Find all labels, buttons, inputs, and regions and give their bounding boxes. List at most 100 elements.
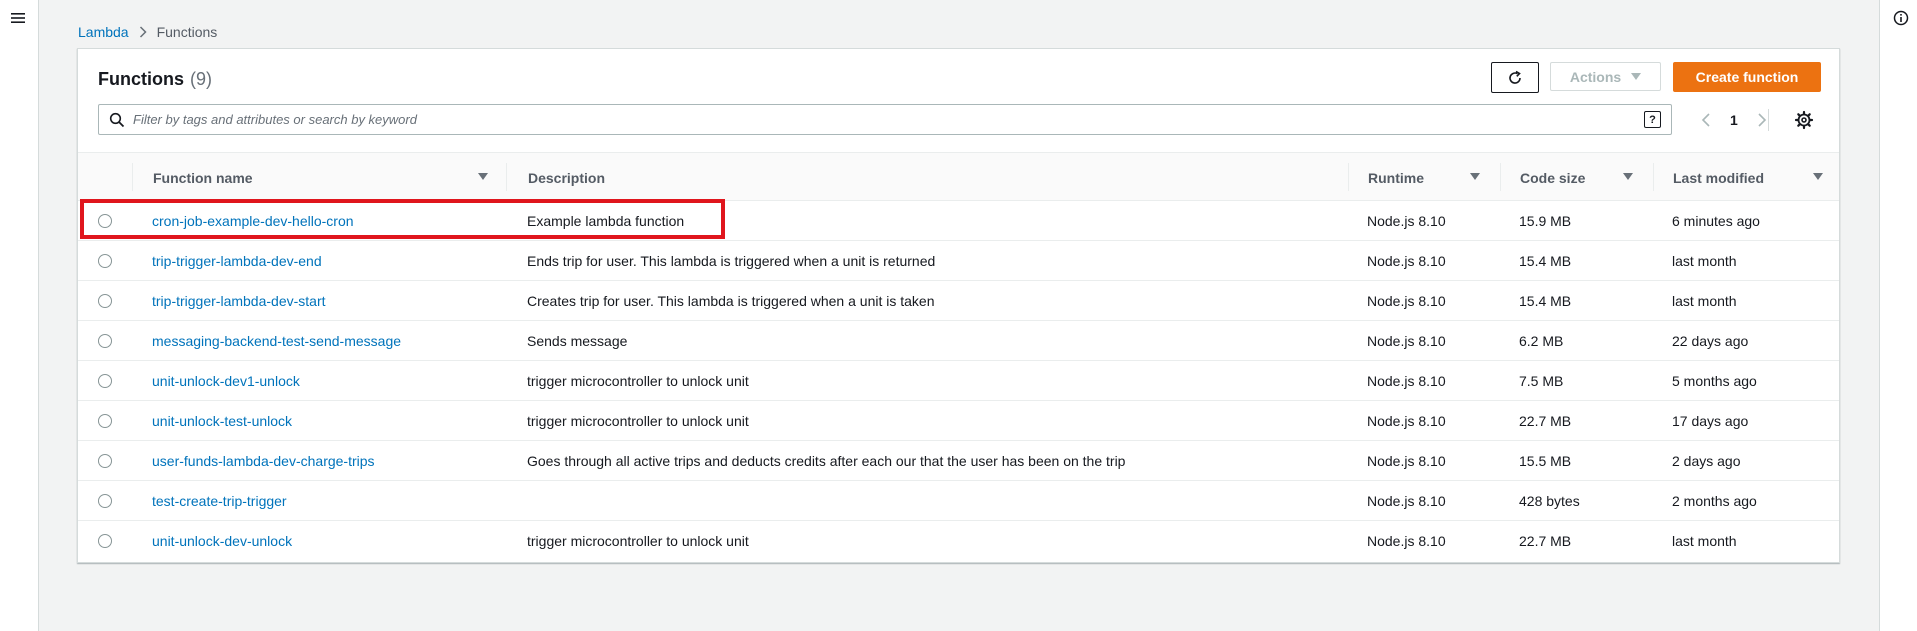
chevron-left-icon[interactable] xyxy=(1696,110,1716,130)
sort-icon[interactable] xyxy=(1813,173,1823,181)
breadcrumb-lambda-link[interactable]: Lambda xyxy=(78,24,129,40)
pager-divider xyxy=(1768,109,1769,131)
refresh-button[interactable] xyxy=(1491,62,1539,93)
pagination: 1 xyxy=(1696,105,1772,135)
table-row[interactable]: messaging-backend-test-send-message Send… xyxy=(78,321,1839,361)
row-select-radio[interactable] xyxy=(98,414,112,428)
column-divider xyxy=(132,163,133,191)
function-code-size: 15.9 MB xyxy=(1519,213,1572,229)
row-select-radio[interactable] xyxy=(98,334,112,348)
function-description: trigger microcontroller to unlock unit xyxy=(527,533,749,549)
function-name-link[interactable]: messaging-backend-test-send-message xyxy=(152,333,401,349)
column-label: Code size xyxy=(1520,169,1586,186)
function-runtime: Node.js 8.10 xyxy=(1367,333,1446,349)
table-header: Function name Description Runtime Code s… xyxy=(78,152,1839,201)
column-header-last-modified[interactable]: Last modified xyxy=(1673,153,1764,202)
breadcrumb: Lambda Functions xyxy=(78,24,217,40)
function-code-size: 15.4 MB xyxy=(1519,293,1572,309)
search-input[interactable] xyxy=(133,112,1671,127)
function-name-link[interactable]: trip-trigger-lambda-dev-end xyxy=(152,253,322,269)
table-row[interactable]: user-funds-lambda-dev-charge-trips Goes … xyxy=(78,441,1839,481)
sort-icon[interactable] xyxy=(1470,173,1480,181)
menu-icon[interactable] xyxy=(10,10,26,26)
right-rail xyxy=(1879,0,1917,631)
table-row[interactable]: unit-unlock-dev1-unlock trigger microcon… xyxy=(78,361,1839,401)
function-name-link[interactable]: user-funds-lambda-dev-charge-trips xyxy=(152,453,375,469)
table-row[interactable]: unit-unlock-dev-unlock trigger microcont… xyxy=(78,521,1839,561)
function-last-modified: last month xyxy=(1672,533,1737,549)
function-runtime: Node.js 8.10 xyxy=(1367,533,1446,549)
function-description: Example lambda function xyxy=(527,213,685,229)
caret-down-icon xyxy=(1631,72,1642,80)
column-header-runtime[interactable]: Runtime xyxy=(1368,153,1424,202)
row-select-radio[interactable] xyxy=(98,454,112,468)
column-divider xyxy=(1348,163,1349,191)
function-last-modified: 2 days ago xyxy=(1672,453,1741,469)
function-description: trigger microcontroller to unlock unit xyxy=(527,373,749,389)
function-runtime: Node.js 8.10 xyxy=(1367,213,1446,229)
refresh-icon xyxy=(1509,70,1521,84)
row-select-radio[interactable] xyxy=(98,534,112,548)
table-row[interactable]: cron-job-example-dev-hello-cron Example … xyxy=(78,201,1839,241)
function-name-link[interactable]: unit-unlock-dev1-unlock xyxy=(152,373,300,389)
row-select-radio[interactable] xyxy=(98,214,112,228)
column-header-code-size[interactable]: Code size xyxy=(1520,153,1585,202)
row-select-radio[interactable] xyxy=(98,494,112,508)
function-code-size: 6.2 MB xyxy=(1519,333,1564,349)
column-divider xyxy=(1653,163,1654,191)
function-name-link[interactable]: cron-job-example-dev-hello-cron xyxy=(152,213,354,229)
panel-header: Functions (9) Actions Create function ? xyxy=(78,49,1839,152)
function-runtime: Node.js 8.10 xyxy=(1367,293,1446,309)
functions-table: Function name Description Runtime Code s… xyxy=(78,152,1839,561)
function-description: Creates trip for user. This lambda is tr… xyxy=(527,293,935,309)
function-name-link[interactable]: unit-unlock-test-unlock xyxy=(152,413,292,429)
function-code-size: 22.7 MB xyxy=(1519,533,1572,549)
table-row[interactable]: test-create-trip-trigger Node.js 8.10 42… xyxy=(78,481,1839,521)
function-runtime: Node.js 8.10 xyxy=(1367,453,1446,469)
function-last-modified: 2 months ago xyxy=(1672,493,1757,509)
functions-panel: Functions (9) Actions Create function ? xyxy=(77,48,1840,563)
function-runtime: Node.js 8.10 xyxy=(1367,253,1446,269)
info-icon[interactable] xyxy=(1893,10,1909,26)
actions-label: Actions xyxy=(1569,68,1622,85)
function-runtime: Node.js 8.10 xyxy=(1367,373,1446,389)
function-last-modified: 6 minutes ago xyxy=(1672,213,1760,229)
table-row[interactable]: trip-trigger-lambda-dev-start Creates tr… xyxy=(78,281,1839,321)
actions-dropdown[interactable]: Actions xyxy=(1550,62,1661,91)
function-name-link[interactable]: unit-unlock-dev-unlock xyxy=(152,533,292,549)
row-select-radio[interactable] xyxy=(98,374,112,388)
function-code-size: 15.4 MB xyxy=(1519,253,1572,269)
search-box: ? xyxy=(98,104,1672,135)
function-code-size: 15.5 MB xyxy=(1519,453,1572,469)
column-header-description[interactable]: Description xyxy=(528,153,605,202)
column-divider xyxy=(1500,163,1501,191)
sort-icon[interactable] xyxy=(1623,173,1633,181)
page-title: Functions (9) xyxy=(98,69,212,90)
table-row[interactable]: trip-trigger-lambda-dev-end Ends trip fo… xyxy=(78,241,1839,281)
column-label: Runtime xyxy=(1368,169,1424,186)
help-icon[interactable]: ? xyxy=(1644,111,1661,128)
function-code-size: 428 bytes xyxy=(1519,493,1580,509)
function-name-link[interactable]: test-create-trip-trigger xyxy=(152,493,287,509)
function-name-link[interactable]: trip-trigger-lambda-dev-start xyxy=(152,293,326,309)
gear-icon[interactable] xyxy=(1794,110,1814,130)
column-label: Last modified xyxy=(1673,169,1765,186)
column-header-function-name[interactable]: Function name xyxy=(153,153,253,202)
panel-title-text: Functions xyxy=(98,69,184,89)
function-last-modified: 5 months ago xyxy=(1672,373,1757,389)
row-select-radio[interactable] xyxy=(98,254,112,268)
table-row[interactable]: unit-unlock-test-unlock trigger microcon… xyxy=(78,401,1839,441)
function-code-size: 22.7 MB xyxy=(1519,413,1572,429)
search-icon xyxy=(109,112,125,127)
function-last-modified: last month xyxy=(1672,253,1737,269)
function-description: trigger microcontroller to unlock unit xyxy=(527,413,749,429)
page-number[interactable]: 1 xyxy=(1730,112,1738,128)
function-runtime: Node.js 8.10 xyxy=(1367,413,1446,429)
create-function-button[interactable]: Create function xyxy=(1673,62,1821,92)
row-select-radio[interactable] xyxy=(98,294,112,308)
function-description: Sends message xyxy=(527,333,628,349)
sort-icon[interactable] xyxy=(478,173,488,181)
breadcrumb-current: Functions xyxy=(156,24,218,40)
column-label: Function name xyxy=(153,169,253,186)
left-rail xyxy=(0,0,39,631)
